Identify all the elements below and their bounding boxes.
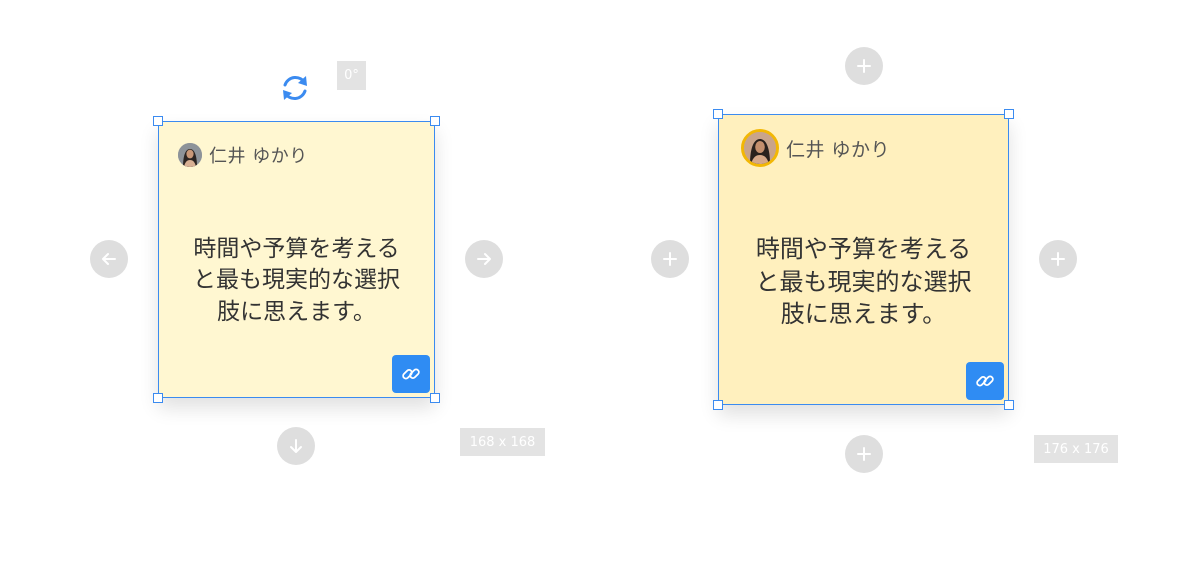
whiteboard-canvas: 0° 仁井 ゆかり 時間や予算を考える と最も現実的な選択 肢に思えます。 16… [0, 0, 1200, 566]
link-icon [976, 375, 994, 387]
size-badge-left: 168 x 168 [460, 428, 545, 456]
size-badge-right: 176 x 176 [1034, 435, 1118, 463]
link-icon [402, 368, 420, 380]
note-text-line: 肢に思えます。 [780, 300, 947, 329]
note-text-line: と最も現実的な選択 [193, 267, 400, 294]
note-text-line: 肢に思えます。 [217, 298, 376, 325]
plus-icon [1051, 252, 1065, 266]
move-left-button[interactable] [90, 240, 128, 278]
plus-icon [857, 447, 871, 461]
add-right-button[interactable] [1039, 240, 1077, 278]
author-name: 仁井 ゆかり [209, 146, 308, 167]
resize-handle-bottom-left[interactable] [713, 400, 723, 410]
move-down-button[interactable] [277, 427, 315, 465]
add-below-button[interactable] [845, 435, 883, 473]
note-text-line: と最も現実的な選択 [755, 267, 972, 296]
arrow-down-icon [290, 439, 302, 453]
avatar [741, 129, 779, 167]
note-text: 時間や予算を考える と最も現実的な選択 肢に思えます。 [159, 234, 434, 328]
plus-icon [663, 252, 677, 266]
resize-handle-bottom-right[interactable] [430, 393, 440, 403]
sticky-note-right[interactable]: 仁井 ゆかり 時間や予算を考える と最も現実的な選択 肢に思えます。 [713, 109, 1014, 410]
resize-handle-top-left[interactable] [153, 116, 163, 126]
resize-handle-top-right[interactable] [1004, 109, 1014, 119]
note-text: 時間や予算を考える と最も現実的な選択 肢に思えます。 [719, 233, 1008, 331]
resize-handle-bottom-right[interactable] [1004, 400, 1014, 410]
note-author: 仁井 ゆかり [741, 129, 890, 167]
avatar [178, 143, 202, 167]
add-left-button[interactable] [651, 240, 689, 278]
resize-handle-bottom-left[interactable] [153, 393, 163, 403]
sticky-note-left[interactable]: 仁井 ゆかり 時間や予算を考える と最も現実的な選択 肢に思えます。 [153, 116, 440, 403]
plus-icon [857, 59, 871, 73]
add-above-button[interactable] [845, 47, 883, 85]
resize-handle-top-left[interactable] [713, 109, 723, 119]
link-button[interactable] [966, 362, 1004, 400]
author-name: 仁井 ゆかり [786, 138, 891, 161]
rotation-value: 0° [344, 68, 359, 83]
size-value: 176 x 176 [1043, 441, 1109, 457]
arrow-right-icon [477, 253, 491, 265]
size-value: 168 x 168 [469, 434, 536, 450]
rotation-badge: 0° [337, 61, 366, 90]
resize-handle-top-right[interactable] [430, 116, 440, 126]
link-button[interactable] [392, 355, 430, 393]
rotate-icon[interactable] [278, 71, 312, 105]
note-text-line: 時間や予算を考える [755, 235, 972, 263]
note-author: 仁井 ゆかり [178, 142, 308, 168]
move-right-button[interactable] [465, 240, 503, 278]
arrow-left-icon [102, 253, 116, 265]
note-text-line: 時間や予算を考える [193, 236, 400, 262]
